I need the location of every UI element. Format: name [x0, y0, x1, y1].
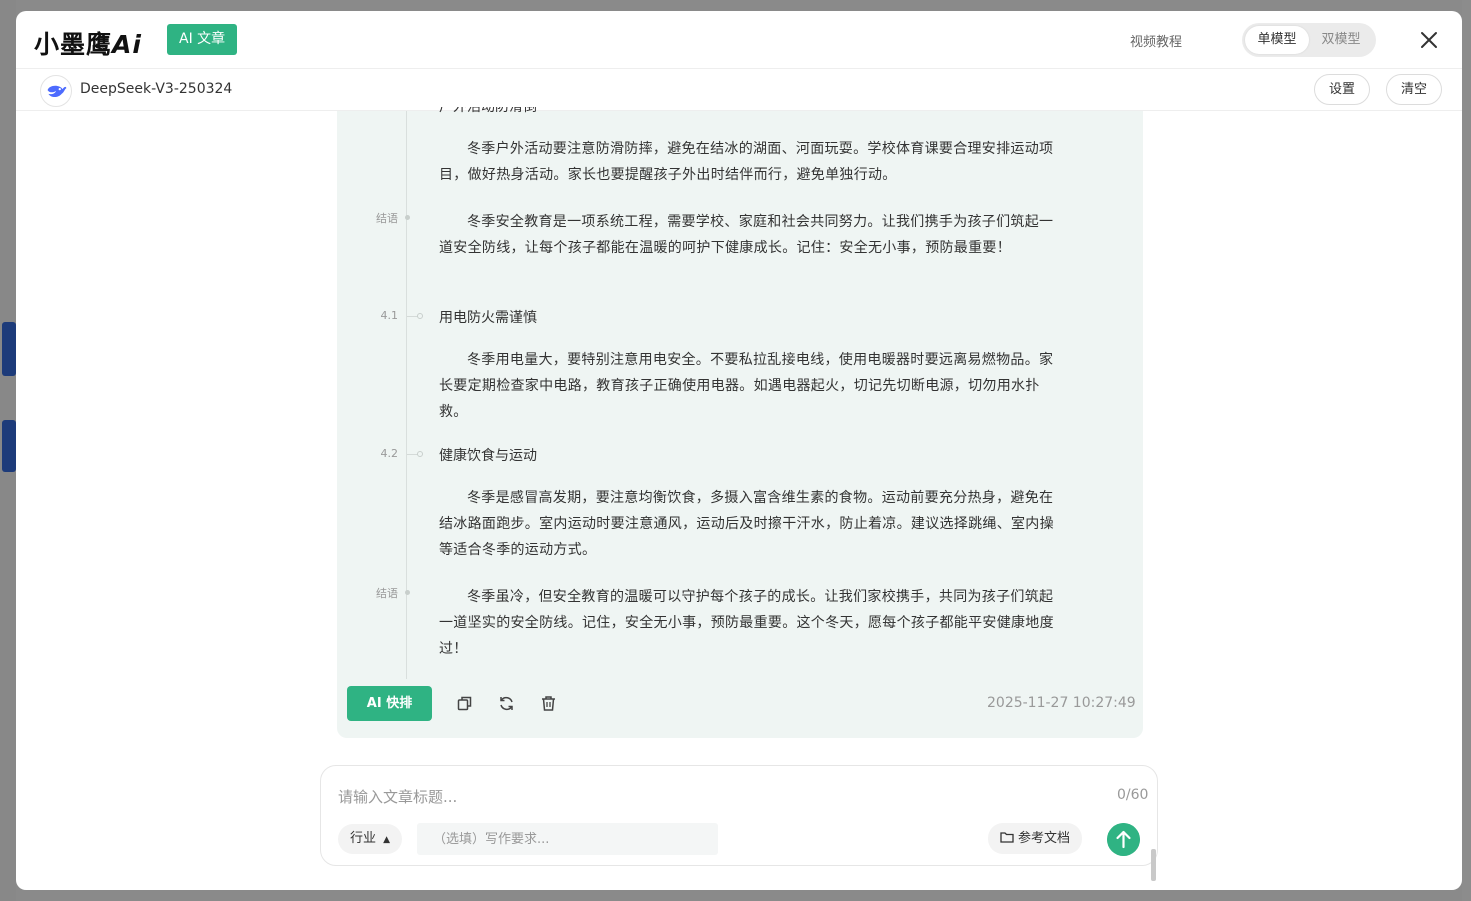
industry-label: 行业 — [350, 831, 377, 846]
section-heading: 户外活动防滑倒 — [439, 107, 537, 113]
dual-model-option[interactable]: 双模型 — [1309, 26, 1373, 54]
send-arrow-icon[interactable] — [1107, 823, 1140, 856]
background-block — [2, 322, 16, 376]
ai-format-button[interactable]: AI 快排 — [347, 686, 432, 721]
timeline-label: 4.2 — [380, 447, 399, 460]
timeline-label: 结语 — [376, 587, 398, 600]
article-paragraph: 冬季虽冷，但安全教育的温暖可以守护每个孩子的成长。让我们家校携手，共同为孩子们筑… — [439, 589, 1054, 657]
folder-icon — [1000, 832, 1014, 843]
settings-button[interactable]: 设置 — [1314, 74, 1371, 105]
background-block — [2, 420, 16, 472]
trash-icon[interactable] — [540, 695, 557, 712]
refresh-icon[interactable] — [498, 695, 515, 712]
timeline-dot — [405, 590, 410, 595]
single-model-option[interactable]: 单模型 — [1245, 26, 1309, 54]
title-char-counter: 0/60 — [1117, 787, 1149, 803]
model-name: DeepSeek-V3-250324 — [80, 81, 233, 97]
article-title-input[interactable] — [338, 786, 1098, 808]
deepseek-whale-icon — [40, 75, 72, 107]
timeline-dot — [405, 215, 410, 220]
model-bar — [16, 69, 1462, 111]
article-paragraph: 冬季是感冒高发期，要注意均衡饮食，多摄入富含维生素的食物。运动前要充分热身，避免… — [439, 490, 1054, 558]
generated-timestamp: 2025-11-27 10:27:49 — [987, 695, 1136, 711]
reference-doc-button[interactable]: 参考文档 — [988, 823, 1083, 854]
article-paragraph: 冬季安全教育是一项系统工程，需要学校、家庭和社会共同努力。让我们携手为孩子们筑起… — [439, 214, 1054, 256]
ai-article-tag: AI 文章 — [167, 24, 238, 55]
article-paragraph: 冬季户外活动要注意防滑防摔，避免在结冰的湖面、河面玩耍。学校体育课要合理安排运动… — [439, 141, 1054, 183]
industry-dropdown[interactable]: 行业 ▲ — [338, 824, 403, 854]
timeline-node — [417, 451, 423, 457]
section-heading: 用电防火需谨慎 — [439, 310, 537, 326]
scrollbar-thumb[interactable] — [1151, 849, 1156, 881]
close-icon[interactable] — [1418, 29, 1440, 51]
writing-requirement-input[interactable] — [417, 823, 718, 855]
timeline-label: 结语 — [376, 212, 398, 225]
copy-icon[interactable] — [456, 695, 473, 712]
reference-doc-label: 参考文档 — [1018, 831, 1071, 846]
clear-button[interactable]: 清空 — [1386, 74, 1443, 105]
background-right-strip — [1462, 0, 1471, 901]
ai-article-modal: 小墨鹰Ai AI 文章 视频教程 单模型 双模型 DeepSeek-V3-250… — [16, 11, 1462, 890]
timeline-node — [417, 313, 423, 319]
timeline-label: 4.1 — [380, 309, 399, 322]
model-toggle[interactable]: 单模型 双模型 — [1242, 23, 1376, 57]
logo: 小墨鹰Ai — [34, 30, 142, 59]
caret-up-icon: ▲ — [383, 835, 391, 845]
video-tutorial-link[interactable]: 视频教程 — [1130, 31, 1182, 50]
article-paragraph: 冬季用电量大，要特别注意用电安全。不要私拉乱接电线，使用电暖器时要远离易燃物品。… — [439, 352, 1054, 420]
section-heading: 健康饮食与运动 — [439, 448, 537, 464]
